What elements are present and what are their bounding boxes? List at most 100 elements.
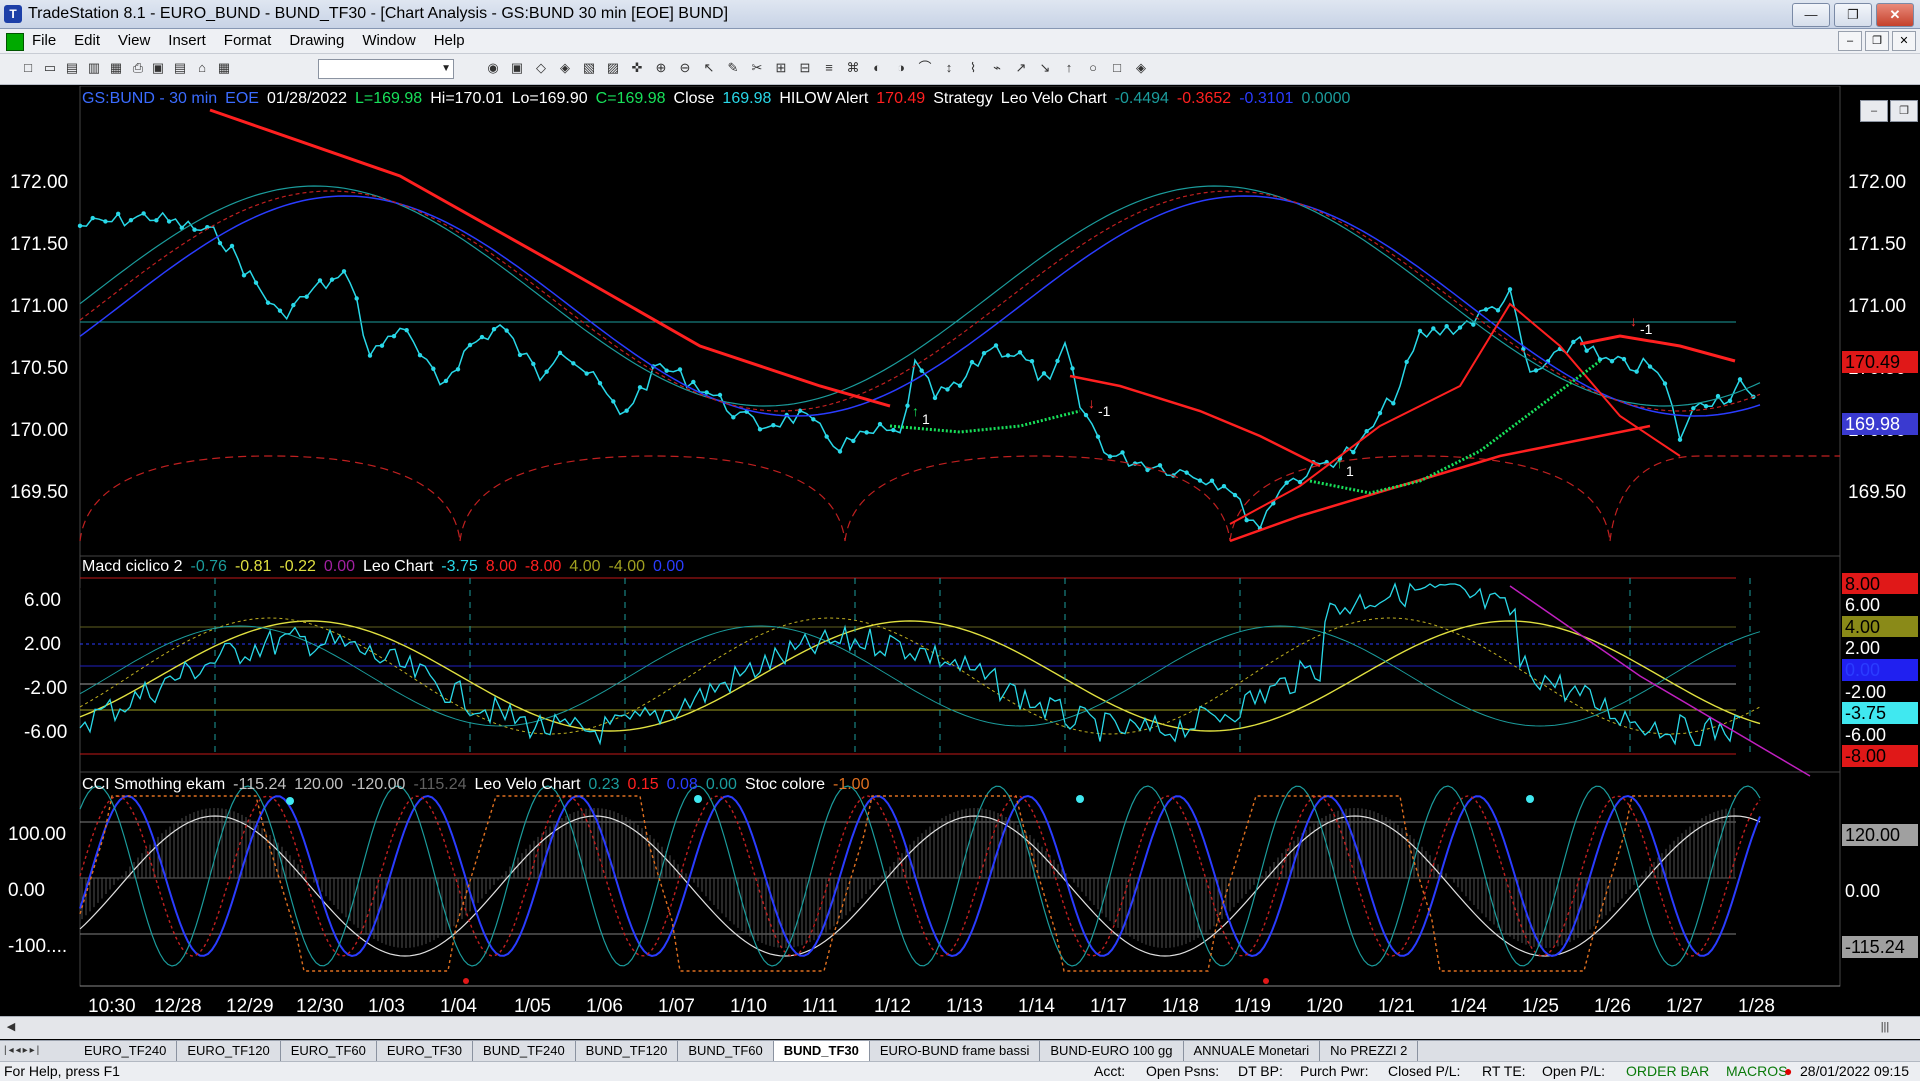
horizontal-scrollbar[interactable]: ◀ |||: [0, 1016, 1920, 1039]
print-preview-icon[interactable]: ⎙: [130, 60, 146, 76]
price-axis-label-left: 171.50: [10, 234, 69, 255]
price-point: [491, 327, 497, 332]
mdi-close-button[interactable]: ✕: [1892, 31, 1916, 51]
home-icon[interactable]: ⌂: [194, 60, 210, 76]
price-point: [677, 367, 683, 372]
cut-icon[interactable]: ▣: [150, 60, 166, 76]
minimize-button[interactable]: —: [1792, 3, 1830, 27]
tab-bund-tf60[interactable]: BUND_TF60: [678, 1041, 774, 1061]
tradestation-icon[interactable]: T: [4, 5, 22, 23]
pointer-icon[interactable]: ↖: [701, 60, 717, 76]
stoc-signal-point: [1263, 978, 1269, 984]
arrow-up-icon[interactable]: ↑: [1061, 60, 1077, 76]
header-value: 170.49: [876, 90, 926, 107]
command-icon[interactable]: ⌘: [845, 60, 861, 76]
tab-euro-tf240[interactable]: EURO_TF240: [74, 1041, 178, 1061]
grid-icon[interactable]: ▦: [216, 60, 232, 76]
format-icon[interactable]: ◈: [557, 60, 573, 76]
price-point: [1457, 325, 1463, 330]
menu-view[interactable]: View: [118, 32, 150, 49]
crosshair-icon[interactable]: ✜: [629, 60, 645, 76]
arc-icon[interactable]: ⌒: [917, 60, 933, 76]
lines-icon[interactable]: ≡: [821, 60, 837, 76]
vertical-icon[interactable]: ↕: [941, 60, 957, 76]
menu-help[interactable]: Help: [434, 32, 465, 49]
tab-bund-tf240[interactable]: BUND_TF240: [473, 1041, 576, 1061]
tab-euro-tf120[interactable]: EURO_TF120: [177, 1041, 281, 1061]
ellipse-icon[interactable]: ○: [1085, 60, 1101, 76]
wave-icon[interactable]: ⌁: [989, 60, 1005, 76]
pattern-icon[interactable]: ▨: [605, 60, 621, 76]
halfcircle2-icon[interactable]: ◑: [893, 60, 909, 76]
chevron-down-icon[interactable]: ▼: [441, 60, 451, 78]
hatch-icon[interactable]: ▧: [581, 60, 597, 76]
remove-icon[interactable]: ⊟: [797, 60, 813, 76]
layout-icon[interactable]: ▣: [509, 60, 525, 76]
tab-bund-euro-100-gg[interactable]: BUND-EURO 100 gg: [1040, 1041, 1184, 1061]
tab-bund-tf120[interactable]: BUND_TF120: [576, 1041, 679, 1061]
chart-minimize-button[interactable]: –: [1860, 100, 1888, 122]
price-point: [1444, 324, 1449, 329]
tab-nav-arrows[interactable]: |◂◂▸▸|: [0, 1041, 74, 1061]
price-point: [141, 211, 146, 216]
diamond-icon[interactable]: ◇: [533, 60, 549, 76]
menu-insert[interactable]: Insert: [168, 32, 206, 49]
header-value: Leo Velo Chart: [474, 776, 581, 793]
chart-canvas[interactable]: 1↑ -1↓1↑-1↓: [0, 86, 1920, 1016]
chart-window[interactable]: 1 ↑ -1 ↓ 1 ↑ -1 ↓ GS:BUND - 30 min EOE 01/28/2022…: [0, 86, 1920, 1017]
scissors-icon[interactable]: ✂: [749, 60, 765, 76]
price-point: [877, 421, 883, 427]
new-icon[interactable]: □: [20, 60, 36, 76]
mdi-minimize-button[interactable]: –: [1838, 31, 1862, 51]
arrow-down-right-icon[interactable]: ↘: [1037, 60, 1053, 76]
time-axis-label: 1/14: [1018, 996, 1055, 1017]
chart-restore-button[interactable]: ❐: [1890, 100, 1918, 122]
price-axis-label-left: 172.00: [10, 172, 69, 193]
halfcircle-icon[interactable]: ◐: [869, 60, 885, 76]
price-point: [1647, 364, 1653, 369]
tab-euro-bund-frame-bassi[interactable]: EURO-BUND frame bassi: [870, 1041, 1041, 1061]
value-tag: 0.00: [1842, 880, 1918, 902]
print-icon[interactable]: ▥: [86, 60, 102, 76]
tab-annuale-monetari[interactable]: ANNUALE Monetari: [1184, 1041, 1321, 1061]
menu-window[interactable]: Window: [362, 32, 415, 49]
symbol-combo[interactable]: ▼: [318, 59, 454, 79]
stoc-signal-point: [694, 795, 702, 803]
order-bar-button[interactable]: ORDER BAR: [1626, 1063, 1709, 1079]
text-icon[interactable]: ◈: [1133, 60, 1149, 76]
zoom-out-icon[interactable]: ⊖: [677, 60, 693, 76]
price-point: [1571, 339, 1576, 345]
pencil-icon[interactable]: ✎: [725, 60, 741, 76]
menu-drawing[interactable]: Drawing: [289, 32, 344, 49]
arrow-up-right-icon[interactable]: ↗: [1013, 60, 1029, 76]
chart-window-icon[interactable]: [6, 33, 24, 51]
fib-icon[interactable]: ⌇: [965, 60, 981, 76]
time-axis-label: 1/19: [1234, 996, 1271, 1017]
add-icon[interactable]: ⊞: [773, 60, 789, 76]
header-value: 0.23: [588, 776, 620, 793]
scroll-thumb-icon[interactable]: |||: [1876, 1019, 1894, 1036]
paste-icon[interactable]: ▤: [172, 60, 188, 76]
menu-edit[interactable]: Edit: [74, 32, 100, 49]
rectangle-icon[interactable]: □: [1109, 60, 1125, 76]
menu-format[interactable]: Format: [224, 32, 272, 49]
price-pane-header: GS:BUND - 30 min EOE 01/28/2022 L=169.98 Hi=…: [82, 90, 1350, 108]
copy-icon[interactable]: ▦: [108, 60, 124, 76]
tab-euro-tf30[interactable]: EURO_TF30: [377, 1041, 474, 1061]
price-axis-label-left: 170.50: [10, 358, 69, 379]
tab-euro-tf60[interactable]: EURO_TF60: [281, 1041, 377, 1061]
mdi-restore-button[interactable]: ❐: [1865, 31, 1889, 51]
trend-line-red-2: [1069, 374, 1321, 468]
scroll-left-icon[interactable]: ◀: [2, 1019, 20, 1036]
tab-bund-tf30[interactable]: BUND_TF30: [773, 1041, 870, 1061]
menu-file[interactable]: File: [32, 32, 56, 49]
open-icon[interactable]: ▭: [42, 60, 58, 76]
close-button[interactable]: ✕: [1876, 3, 1914, 27]
macros-button[interactable]: MACROS: [1726, 1063, 1787, 1079]
zoom-in-icon[interactable]: ⊕: [653, 60, 669, 76]
tab-no-prezzi-2[interactable]: No PREZZI 2: [1320, 1041, 1419, 1061]
restore-button[interactable]: ❐: [1834, 3, 1872, 27]
save-icon[interactable]: ▤: [64, 60, 80, 76]
header-value: 0.08: [666, 776, 698, 793]
globe-icon[interactable]: ◉: [485, 60, 501, 76]
